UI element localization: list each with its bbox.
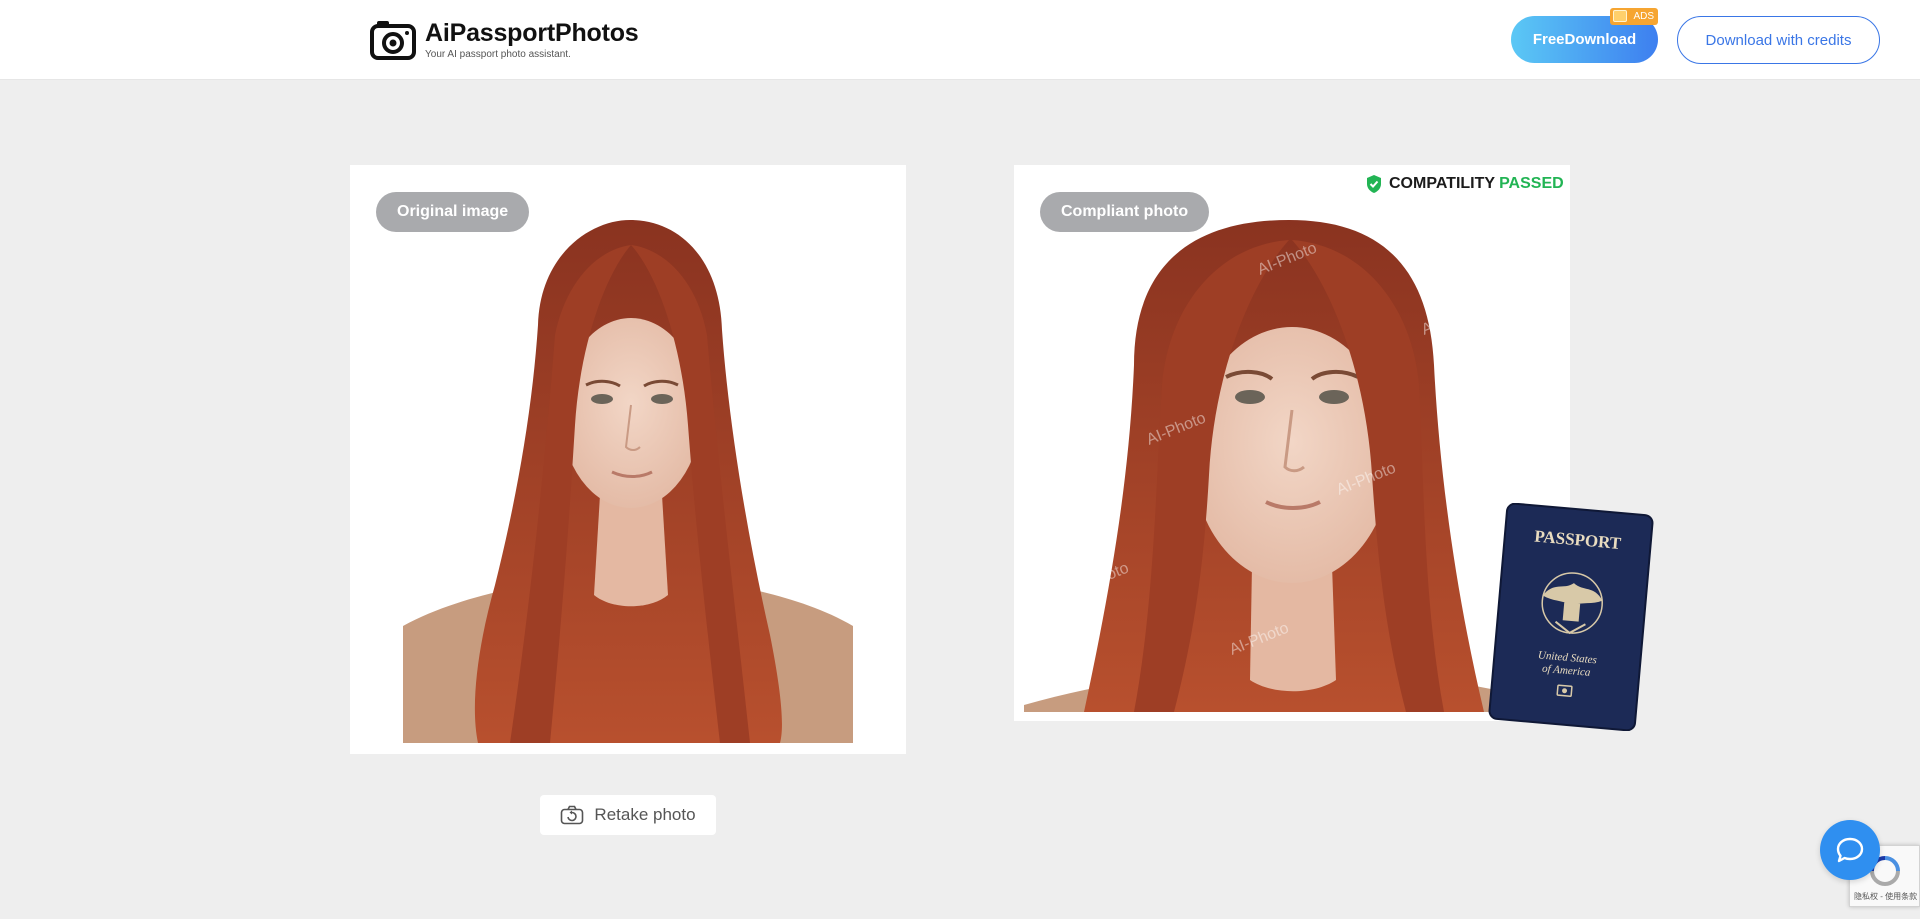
download-credits-button[interactable]: Download with credits [1677, 16, 1880, 64]
ads-badge: ADS [1610, 8, 1658, 25]
camera-retake-icon [561, 805, 584, 825]
passport-image: PASSPORT United States of America [1488, 503, 1654, 731]
recaptcha-terms[interactable]: 隐私权 - 使用条款 [1854, 891, 1917, 902]
original-image-card: Original image [350, 165, 906, 754]
original-portrait-image [403, 220, 853, 743]
chat-bubble-icon [1836, 837, 1864, 863]
tv-icon [1613, 10, 1627, 22]
shield-check-icon [1367, 175, 1381, 193]
compliant-photo-label: Compliant photo [1040, 192, 1210, 232]
brand-tagline: Your AI passport photo assistant. [425, 49, 571, 61]
compatibility-label: COMPATILITY [1389, 175, 1496, 192]
chat-launcher-button[interactable] [1820, 820, 1880, 880]
camera-logo-icon [370, 21, 416, 60]
watermark-text: AI-Photo [1419, 300, 1483, 339]
original-image-label: Original image [376, 192, 530, 232]
retake-photo-label: Retake photo [594, 805, 696, 824]
retake-photo-button[interactable]: Retake photo [540, 795, 716, 835]
compatibility-status: COMPATILITY PASSED [1365, 174, 1564, 194]
brand-name: AiPassportPhotos [425, 18, 639, 47]
compatibility-passed: PASSED [1499, 175, 1564, 192]
ads-label: ADS [1633, 11, 1654, 22]
site-header: AiPassportPhotos Your AI passport photo … [0, 0, 1920, 80]
brand-logo[interactable]: AiPassportPhotos Your AI passport photo … [369, 18, 639, 62]
